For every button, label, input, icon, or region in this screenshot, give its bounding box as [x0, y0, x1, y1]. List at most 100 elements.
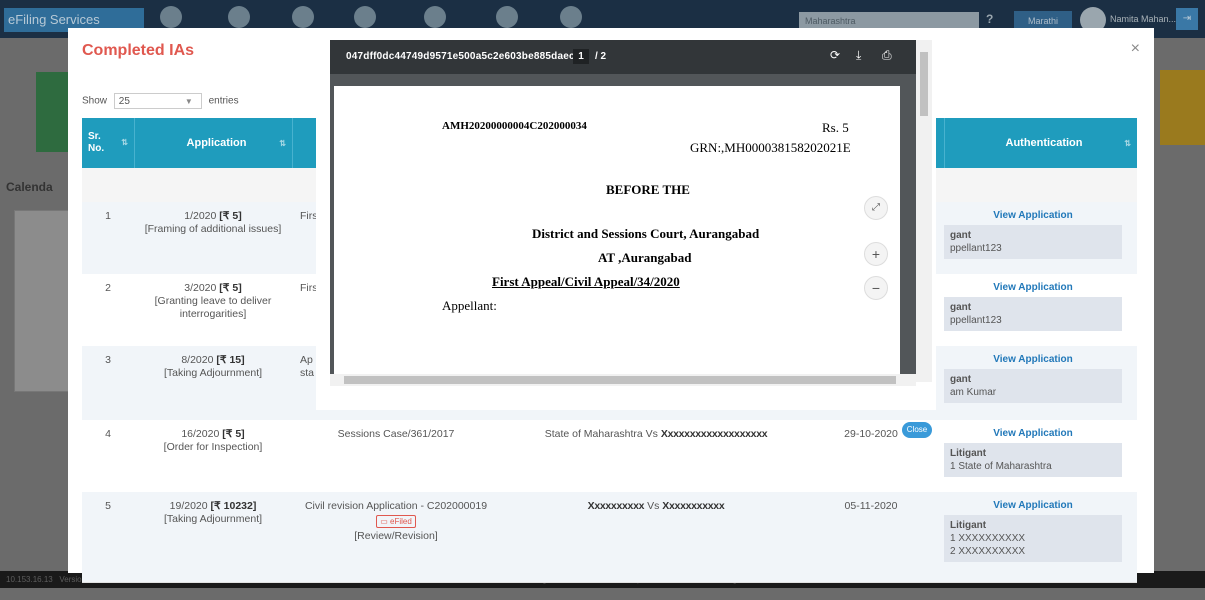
purpose: [Order for Inspection] — [163, 441, 263, 453]
sr-no: 1 — [105, 210, 111, 222]
show-label: Show — [82, 95, 108, 107]
pdf-toolbar-divider — [330, 74, 916, 82]
pdf-vertical-scrollbar-thumb[interactable] — [920, 52, 928, 116]
doc-court: District and Sessions Court, Aurangabad — [532, 226, 760, 241]
close-pill-button[interactable]: Close — [902, 422, 932, 438]
pdf-page-input[interactable]: 1 — [573, 49, 589, 64]
dashboard-card-icon — [36, 72, 70, 152]
th-application[interactable]: Application ⇅ — [134, 118, 292, 168]
redacted-name: Xxxxxxxxxx — [587, 500, 645, 512]
calendar-label: Calenda — [6, 180, 53, 194]
purpose: [Granting leave to deliver interrogariti… — [154, 295, 272, 320]
sr-no: 5 — [105, 500, 111, 512]
auth-cell: View Application gant am Kumar — [944, 354, 1122, 403]
view-application-link[interactable]: View Application — [944, 282, 1122, 293]
case-type-partial: Firs — [300, 210, 318, 222]
view-application-link[interactable]: View Application — [944, 210, 1122, 221]
sr-no: 4 — [105, 428, 111, 440]
redacted-name: Xxxxxxxxxxx — [662, 500, 725, 512]
chevron-down-icon: ▼ — [184, 97, 193, 106]
th-sr-no[interactable]: Sr. No. ⇅ — [82, 118, 134, 168]
view-application-link[interactable]: View Application — [944, 500, 1122, 511]
nav-home-icon[interactable] — [160, 6, 182, 28]
case-type: Sessions Case/361/2017 — [337, 428, 455, 440]
doc-grn: GRN:,MH000038158202021E — [690, 140, 851, 155]
litigant-box: Litigant 1 State of Maharashtra — [944, 443, 1122, 477]
auth-cell: View Application gant ppellant123 — [944, 282, 1122, 331]
user-name[interactable]: Namita Mahan... — [1110, 14, 1176, 24]
table-row: 5 19/2020 [₹ 10232] [Taking Adjournment]… — [82, 492, 1137, 583]
help-icon[interactable]: ? — [986, 12, 993, 26]
pdf-horizontal-scrollbar-thumb[interactable] — [344, 376, 896, 384]
application-cell: 16/2020 [₹ 5] [Order for Inspection] — [163, 428, 263, 453]
nav-file-icon[interactable] — [496, 6, 518, 28]
auth-cell: View Application Litigant 1 XXXXXXXXXX 2… — [944, 500, 1122, 562]
modal-close-button[interactable]: × — [1131, 40, 1140, 58]
application-cell: 1/2020 [₹ 5] [Framing of additional issu… — [144, 210, 282, 235]
sort-icon: ⇅ — [121, 138, 128, 147]
monitor-icon: ▭ — [380, 517, 388, 526]
nav-folder-icon[interactable] — [560, 6, 582, 28]
pdf-page: AMH20200000004C202000034 Rs. 5 GRN:,MH00… — [334, 86, 900, 374]
print-icon[interactable]: ⎙ — [882, 48, 892, 63]
fee: [₹ 5] — [219, 282, 242, 294]
doc-case: First Appeal/Civil Appeal/34/2020 — [492, 274, 680, 289]
doc-stamp: Rs. 5 — [822, 120, 849, 135]
nav-user-icon[interactable] — [354, 6, 376, 28]
fee: [₹ 5] — [222, 428, 245, 440]
calendar-widget — [14, 210, 70, 392]
logout-button[interactable]: ⇥ — [1176, 8, 1198, 30]
show-entries: Show 25 ▼ entries — [82, 93, 239, 109]
modal-title: Completed IAs — [82, 42, 195, 59]
case-type-partial: Firs — [300, 282, 318, 294]
nav-document-icon[interactable] — [292, 6, 314, 28]
filing-date: 05-11-2020 — [844, 500, 898, 512]
litigant-box: Litigant 1 XXXXXXXXXX 2 XXXXXXXXXX — [944, 515, 1122, 562]
entries-select[interactable]: 25 ▼ — [113, 93, 202, 109]
fit-page-icon[interactable]: ⤢ — [864, 196, 888, 220]
th-case[interactable] — [292, 118, 302, 168]
auth-cell: View Application gant ppellant123 — [944, 210, 1122, 259]
th-authentication[interactable]: Authentication ⇅ — [944, 118, 1137, 168]
download-icon[interactable]: ⤓ — [856, 48, 861, 63]
doc-at: AT ,Aurangabad — [598, 250, 692, 265]
fee: [₹ 15] — [216, 354, 245, 366]
zoom-out-icon[interactable]: − — [864, 276, 888, 300]
application-cell: 8/2020 [₹ 15] [Taking Adjournment] — [163, 354, 263, 379]
view-application-link[interactable]: View Application — [944, 354, 1122, 365]
redacted-name: Xxxxxxxxxxxxxxxxxxx — [660, 428, 768, 440]
doc-before: BEFORE THE — [606, 182, 690, 197]
nav-edit-icon[interactable] — [228, 6, 250, 28]
table-row: 4 16/2020 [₹ 5] [Order for Inspection] S… — [82, 420, 1137, 493]
sort-icon: ⇅ — [1124, 138, 1131, 148]
litigant-box: gant ppellant123 — [944, 225, 1122, 259]
doc-ref: AMH20200000004C202000034 — [442, 120, 587, 132]
sort-icon: ⇅ — [279, 138, 286, 148]
pdf-page-count: / 2 — [595, 51, 607, 62]
zoom-in-icon[interactable]: + — [864, 242, 888, 266]
doc-appellant: Appellant: — [442, 298, 497, 313]
sr-no: 3 — [105, 354, 111, 366]
sr-no: 2 — [105, 282, 111, 294]
litigant-box: gant ppellant123 — [944, 297, 1122, 331]
pdf-content[interactable]: AMH20200000004C202000034 Rs. 5 GRN:,MH00… — [330, 82, 916, 374]
application-cell: 3/2020 [₹ 5] [Granting leave to deliver … — [154, 282, 272, 320]
view-application-link[interactable]: View Application — [944, 428, 1122, 439]
pdf-toolbar: 047dff0dc44749d9571e500a5c2e603be885daec… — [330, 40, 916, 74]
purpose: [Taking Adjournment] — [163, 513, 263, 525]
parties: State of Maharashtra Vs Xxxxxxxxxxxxxxxx… — [544, 428, 768, 440]
pdf-viewer: 047dff0dc44749d9571e500a5c2e603be885daec… — [316, 30, 936, 410]
dashboard-card-right — [1160, 70, 1205, 145]
case-type-partial: Ap sta — [300, 354, 315, 379]
litigant-box: gant am Kumar — [944, 369, 1122, 403]
parties: Xxxxxxxxxx Vs Xxxxxxxxxxx — [587, 500, 725, 512]
nav-rupee-icon[interactable] — [424, 6, 446, 28]
fee: [₹ 5] — [219, 210, 242, 222]
purpose: [Framing of additional issues] — [144, 223, 282, 235]
fee: [₹ 10232] — [210, 500, 257, 512]
rotate-icon[interactable]: ⟳ — [830, 48, 840, 62]
purpose: [Taking Adjournment] — [163, 367, 263, 379]
pdf-file-name: 047dff0dc44749d9571e500a5c2e603be885daec… — [346, 51, 590, 62]
auth-cell: View Application Litigant 1 State of Mah… — [944, 428, 1122, 477]
entries-label: entries — [208, 95, 239, 107]
